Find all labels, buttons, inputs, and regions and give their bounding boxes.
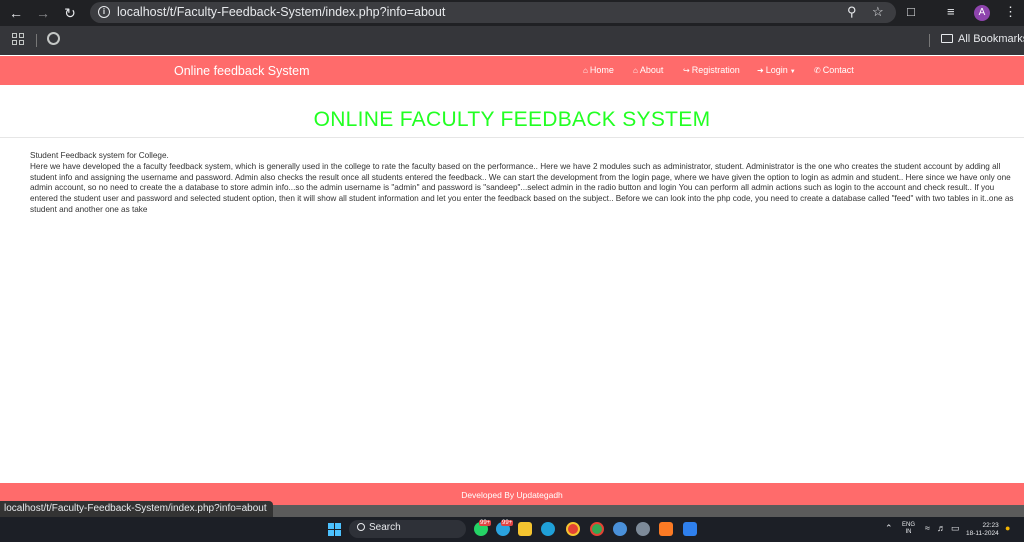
taskbar-search[interactable]: Search xyxy=(349,520,466,538)
xampp-icon[interactable] xyxy=(659,522,673,536)
nav-home-label: Home xyxy=(589,65,614,75)
about-intro: Student Feedback system for College. xyxy=(30,151,169,160)
nav-about-label: About xyxy=(639,65,664,75)
home-icon: ⌂ xyxy=(633,66,638,75)
system-clock[interactable]: 22:23 18-11-2024 xyxy=(966,522,999,538)
back-arrow-icon[interactable]: ← xyxy=(7,4,25,22)
nav-links: ⌂ Home ⌂ About ↪ Registration ➜ Login ▼ ✆ Cont… xyxy=(0,65,1024,79)
globe-icon[interactable] xyxy=(47,32,60,45)
region-code: IN xyxy=(905,529,912,535)
settings-gear-icon[interactable] xyxy=(636,522,650,536)
login-icon: ➜ xyxy=(757,66,764,75)
whatsapp-icon[interactable]: 99+ xyxy=(474,520,492,536)
folder-icon xyxy=(941,34,953,43)
clock-time: 22:23 xyxy=(982,522,999,529)
zoom-icon[interactable]: ⚲ xyxy=(847,4,857,20)
windows-start-icon[interactable] xyxy=(328,523,341,536)
profile-avatar[interactable]: A xyxy=(974,5,990,21)
app-icon[interactable] xyxy=(613,522,627,536)
language-indicator[interactable]: ENG IN xyxy=(902,522,915,536)
volume-icon[interactable]: ♬ xyxy=(937,523,946,533)
telegram-badge: 99+ xyxy=(501,520,514,526)
reload-icon[interactable]: ↻ xyxy=(61,4,79,22)
address-bar[interactable]: i localhost/t/Faculty-Feedback-System/in… xyxy=(90,2,896,23)
title-divider xyxy=(0,137,1024,138)
home-icon: ⌂ xyxy=(583,66,588,75)
about-content: Student Feedback system for College. Her… xyxy=(30,151,1024,221)
page-title: ONLINE FACULTY FEEDBACK SYSTEM xyxy=(313,108,711,131)
file-explorer-icon[interactable] xyxy=(518,522,532,536)
site-info-icon[interactable]: i xyxy=(98,6,110,18)
kebab-menu-icon[interactable]: ⋮ xyxy=(1004,4,1017,20)
all-bookmarks-button[interactable]: All Bookmarks xyxy=(941,33,1024,45)
nav-login-dropdown[interactable]: ➜ Login ▼ xyxy=(757,65,796,75)
status-bar-url: localhost/t/Faculty-Feedback-System/inde… xyxy=(0,501,273,518)
nav-registration[interactable]: ↪ Registration xyxy=(683,65,740,75)
sign-in-icon: ↪ xyxy=(683,66,690,75)
phone-icon: ✆ xyxy=(814,66,821,75)
nav-contact-label: Contact xyxy=(822,65,854,75)
chevron-up-icon[interactable]: ⌃ xyxy=(885,523,893,534)
clock-date: 18-11-2024 xyxy=(966,530,999,537)
bookmark-star-icon[interactable]: ☆ xyxy=(872,4,884,20)
telegram-icon[interactable]: 99+ xyxy=(496,520,514,536)
horizontal-scrollbar[interactable] xyxy=(244,505,1024,517)
site-navbar: Online feedback System ⌂ Home ⌂ About ↪ Reg… xyxy=(0,56,1024,85)
wifi-icon[interactable]: ≈ xyxy=(925,523,930,533)
whatsapp-badge: 99+ xyxy=(479,520,492,526)
chrome-icon[interactable] xyxy=(566,522,580,536)
bookmarks-divider xyxy=(929,34,930,47)
edge-icon[interactable] xyxy=(541,522,555,536)
footer-credit: Developed By Updategadh xyxy=(461,490,563,500)
url-text[interactable]: localhost/t/Faculty-Feedback-System/inde… xyxy=(117,5,445,19)
bookmarks-bar: All Bookmarks xyxy=(0,26,1024,55)
caret-down-icon: ▼ xyxy=(789,69,796,75)
os-taskbar: Search 99+ 99+ ⌃ ENG IN ≈ ♬ ▭ 22:23 18-11-… xyxy=(0,517,1024,542)
extensions-icon[interactable]: □ xyxy=(907,4,915,19)
about-body: Here we have developed the a faculty fee… xyxy=(30,161,1014,214)
battery-icon[interactable]: ▭ xyxy=(951,523,960,534)
notification-bell-icon[interactable]: ● xyxy=(1005,523,1010,533)
browser-toolbar: ← → ↻ i localhost/t/Faculty-Feedback-Sys… xyxy=(0,0,1024,26)
forward-arrow-icon[interactable]: → xyxy=(34,4,52,22)
apps-grid-icon[interactable] xyxy=(12,33,24,45)
nav-about[interactable]: ⌂ About xyxy=(633,65,663,75)
nav-registration-label: Registration xyxy=(691,65,740,75)
bookmarks-separator xyxy=(36,34,37,47)
all-bookmarks-label: All Bookmarks xyxy=(958,33,1024,45)
language-code: ENG xyxy=(902,522,916,528)
taskbar-search-label: Search xyxy=(369,522,401,533)
search-icon xyxy=(357,523,365,531)
nav-contact[interactable]: ✆ Contact xyxy=(814,65,854,75)
nav-login-label: Login xyxy=(765,65,788,75)
nav-home[interactable]: ⌂ Home xyxy=(583,65,614,75)
vscode-icon[interactable] xyxy=(683,522,697,536)
media-queue-icon[interactable]: ≡ xyxy=(947,4,955,19)
chrome-profile-icon[interactable] xyxy=(590,522,604,536)
